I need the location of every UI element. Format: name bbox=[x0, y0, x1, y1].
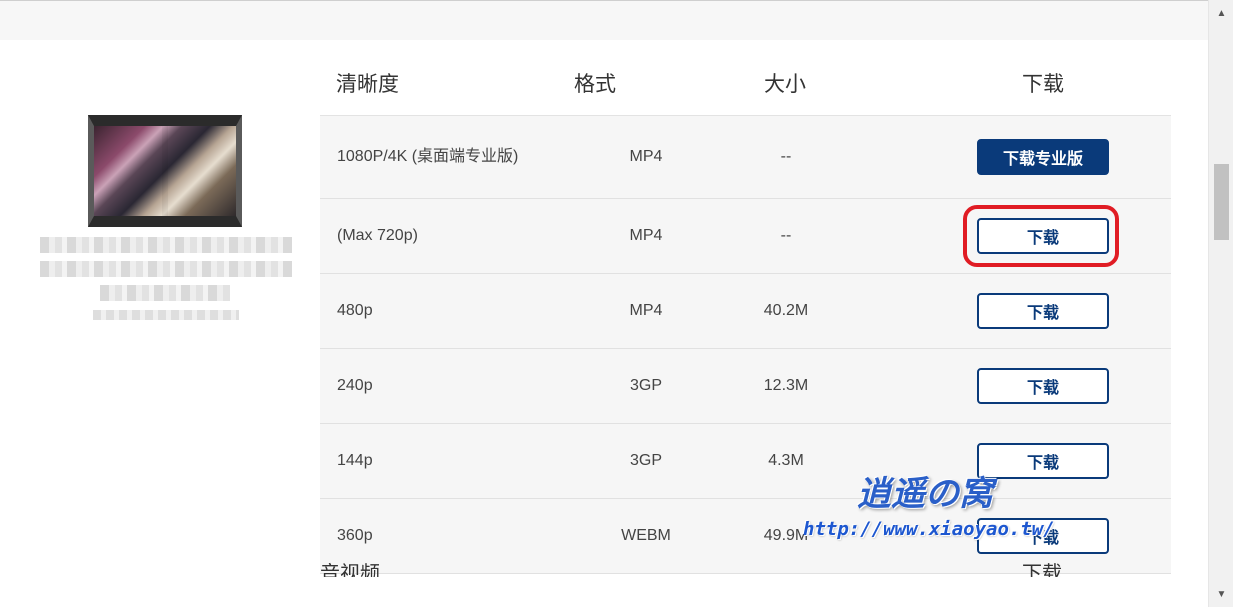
size-cell: -- bbox=[780, 227, 792, 244]
triangle-up-icon: ▲ bbox=[1216, 7, 1227, 19]
page-top-band bbox=[0, 0, 1208, 40]
scroll-up-arrow[interactable]: ▲ bbox=[1209, 4, 1233, 22]
blurred-title-line-3 bbox=[100, 285, 230, 301]
blurred-title-line-1 bbox=[40, 237, 292, 253]
audio-section-download-header: 下载 bbox=[1022, 563, 1062, 577]
header-size: 大小 bbox=[764, 73, 806, 96]
scrollbar-thumb[interactable] bbox=[1214, 164, 1229, 240]
scroll-down-arrow[interactable]: ▼ bbox=[1209, 585, 1233, 603]
video-thumbnail bbox=[88, 115, 242, 227]
download-button-720p[interactable]: 下载 bbox=[977, 218, 1109, 254]
format-cell: WEBM bbox=[621, 527, 671, 544]
blurred-title-line-2 bbox=[40, 261, 292, 277]
size-cell: 40.2M bbox=[763, 302, 809, 319]
triangle-down-icon: ▼ bbox=[1216, 588, 1227, 600]
table-row: 1080P/4K (桌面端专业版) MP4 -- 下载专业版 bbox=[320, 116, 1171, 199]
watermark-title: 逍遥の窝 bbox=[857, 474, 993, 514]
blurred-duration bbox=[93, 310, 239, 320]
download-button-480p[interactable]: 下载 bbox=[977, 293, 1109, 329]
size-cell: -- bbox=[780, 148, 792, 165]
audio-section-download-header-clip: 下载 bbox=[1022, 557, 1082, 577]
header-quality: 清晰度 bbox=[336, 73, 399, 96]
format-cell: MP4 bbox=[629, 148, 663, 165]
quality-cell: 144p bbox=[337, 452, 373, 469]
table-row: 480p MP4 40.2M 下载 bbox=[320, 274, 1171, 349]
site-watermark: 逍遥の窝 http://www.xiaoyao.tw/ bbox=[795, 466, 1055, 548]
audio-section-heading-clip: 音视频 bbox=[320, 557, 520, 577]
table-row: 240p 3GP 12.3M 下载 bbox=[320, 349, 1171, 424]
download-pro-button[interactable]: 下载专业版 bbox=[977, 139, 1109, 175]
size-cell: 12.3M bbox=[763, 377, 809, 394]
vertical-scrollbar[interactable]: ▲ ▼ bbox=[1208, 0, 1233, 607]
format-cell: 3GP bbox=[629, 452, 662, 469]
download-button-240p[interactable]: 下载 bbox=[977, 368, 1109, 404]
table-row: (Max 720p) MP4 -- 下载 bbox=[320, 199, 1171, 274]
watermark-url: http://www.xiaoyao.tw/ bbox=[803, 518, 1055, 540]
audio-section-heading: 音视频 bbox=[320, 563, 380, 577]
quality-cell: 1080P/4K (桌面端专业版) bbox=[337, 148, 519, 165]
header-format: 格式 bbox=[574, 73, 616, 96]
video-info-panel bbox=[0, 40, 320, 607]
quality-cell: (Max 720p) bbox=[337, 227, 418, 244]
format-cell: MP4 bbox=[629, 302, 663, 319]
table-header: 清晰度 格式 大小 下载 bbox=[320, 40, 1171, 116]
format-cell: 3GP bbox=[629, 377, 662, 394]
quality-cell: 240p bbox=[337, 377, 373, 394]
header-download: 下载 bbox=[1022, 73, 1064, 96]
quality-cell: 480p bbox=[337, 302, 373, 319]
quality-cell: 360p bbox=[337, 527, 373, 544]
format-cell: MP4 bbox=[629, 227, 663, 244]
